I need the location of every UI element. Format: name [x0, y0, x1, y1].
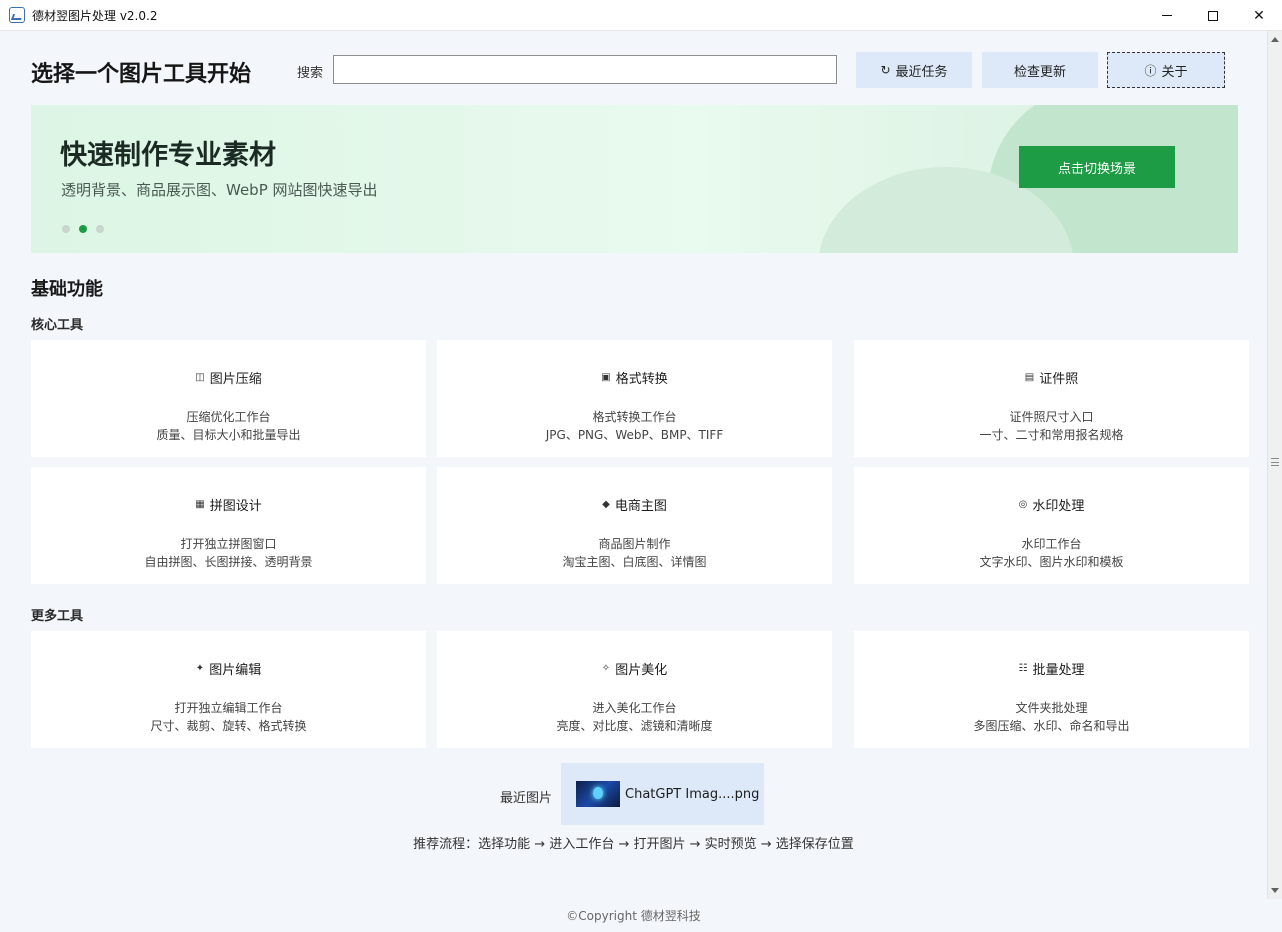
- tool-card-detail: 自由拼图、长图拼接、透明背景: [144, 555, 313, 569]
- tool-card[interactable]: ☷ 批量处理文件夹批处理多图压缩、水印、命名和导出: [854, 631, 1249, 748]
- recommended-flow: 推荐流程：选择功能 → 进入工作台 → 打开图片 → 实时预览 → 选择保存位置: [413, 837, 854, 852]
- tool-card[interactable]: ✦ 图片编辑打开独立编辑工作台尺寸、裁剪、旋转、格式转换: [31, 631, 426, 748]
- watermark-icon: ◎: [1018, 499, 1028, 510]
- tool-card-desc: 打开独立编辑工作台: [174, 701, 283, 715]
- tool-card-title: ✧ 图片美化: [437, 659, 832, 678]
- ecommerce-icon: ◆: [602, 499, 610, 510]
- scroll-down-icon[interactable]: [1271, 888, 1279, 893]
- check-update-button[interactable]: 检查更新: [982, 52, 1098, 88]
- carousel-dot[interactable]: [62, 225, 70, 233]
- tool-card-detail: JPG、PNG、WebP、BMP、TIFF: [545, 428, 724, 442]
- tool-card-title: ▤ 证件照: [854, 368, 1249, 387]
- carousel-dot[interactable]: [79, 225, 87, 233]
- window-title: 德材翌图片处理 v2.0.2: [32, 8, 158, 23]
- tool-card-desc: 商品图片制作: [598, 537, 671, 551]
- recent-tasks-label: 最近任务: [895, 64, 948, 80]
- scroll-grip-icon[interactable]: [1271, 458, 1279, 466]
- recent-image-name: ChatGPT Imag....png: [625, 786, 760, 802]
- tool-card-title: ✦ 图片编辑: [31, 659, 426, 678]
- tool-card-desc: 打开独立拼图窗口: [180, 537, 277, 551]
- banner-subtitle: 透明背景、商品展示图、WebP 网站图快速导出: [61, 181, 378, 199]
- tool-card-detail: 一寸、二寸和常用报名规格: [979, 428, 1124, 442]
- recent-tasks-button[interactable]: ↻ 最近任务: [856, 52, 972, 88]
- tool-card-title-text: 图片压缩: [209, 372, 262, 387]
- about-label: 关于: [1161, 64, 1188, 80]
- tool-card-desc: 进入美化工作台: [592, 701, 677, 715]
- carousel-dot[interactable]: [96, 225, 104, 233]
- tool-card-title: ▦ 拼图设计: [31, 495, 426, 514]
- tool-card-detail: 多图压缩、水印、命名和导出: [973, 719, 1130, 733]
- window-controls: ✕: [1144, 0, 1282, 31]
- tool-card-desc: 格式转换工作台: [592, 410, 677, 424]
- tool-card[interactable]: ▤ 证件照证件照尺寸入口一寸、二寸和常用报名规格: [854, 340, 1249, 457]
- carousel-dots: [62, 225, 104, 233]
- tool-card-title: ◎ 水印处理: [854, 495, 1249, 514]
- collage-icon: ▦: [195, 499, 205, 510]
- tool-card-title-text: 图片美化: [615, 663, 668, 678]
- close-button[interactable]: ✕: [1236, 0, 1282, 31]
- tool-card-title: ◫ 图片压缩: [31, 368, 426, 387]
- page-title: 选择一个图片工具开始: [31, 62, 252, 87]
- minimize-button[interactable]: [1144, 0, 1190, 31]
- tool-card[interactable]: ▣ 格式转换格式转换工作台 JPG、PNG、WebP、BMP、TIFF: [437, 340, 832, 457]
- recent-image-item[interactable]: ChatGPT Imag....png: [561, 763, 764, 825]
- search-input[interactable]: [333, 55, 837, 84]
- tool-card-title-text: 格式转换: [615, 372, 668, 387]
- tool-card-title: ◆ 电商主图: [437, 495, 832, 514]
- tool-card-desc: 压缩优化工作台: [186, 410, 271, 424]
- refresh-icon: ↻: [880, 63, 891, 77]
- beautify-icon: ✧: [601, 663, 611, 674]
- info-icon: ⓘ: [1144, 63, 1157, 78]
- tool-card-title-text: 图片编辑: [209, 663, 262, 678]
- image-thumbnail: [576, 781, 620, 807]
- tool-card-title: ☷ 批量处理: [854, 659, 1249, 678]
- tool-card-title-text: 拼图设计: [209, 499, 262, 514]
- tool-card-desc: 文件夹批处理: [1015, 701, 1088, 715]
- format-icon: ▣: [601, 372, 611, 383]
- about-button[interactable]: ⓘ 关于: [1107, 52, 1225, 88]
- banner-title: 快速制作专业素材: [60, 140, 276, 171]
- tool-card[interactable]: ▦ 拼图设计打开独立拼图窗口自由拼图、长图拼接、透明背景: [31, 467, 426, 584]
- tool-card-title: ▣ 格式转换: [437, 368, 832, 387]
- maximize-button[interactable]: [1190, 0, 1236, 31]
- id-photo-icon: ▤: [1024, 372, 1035, 383]
- tool-card-detail: 文字水印、图片水印和模板: [979, 555, 1124, 569]
- tool-card-detail: 质量、目标大小和批量导出: [156, 428, 301, 442]
- group-title-core: 核心工具: [31, 318, 84, 333]
- edit-icon: ✦: [195, 663, 205, 674]
- tool-card[interactable]: ✧ 图片美化进入美化工作台亮度、对比度、滤镜和清晰度: [437, 631, 832, 748]
- tool-card[interactable]: ◫ 图片压缩压缩优化工作台质量、目标大小和批量导出: [31, 340, 426, 457]
- tool-card-detail: 尺寸、裁剪、旋转、格式转换: [150, 719, 307, 733]
- tool-card-title-text: 证件照: [1039, 372, 1079, 387]
- tool-card-desc: 水印工作台: [1021, 537, 1082, 551]
- tool-card[interactable]: ◎ 水印处理水印工作台文字水印、图片水印和模板: [854, 467, 1249, 584]
- vertical-scrollbar[interactable]: [1267, 31, 1282, 899]
- tool-card-title-text: 批量处理: [1032, 663, 1085, 678]
- check-update-label: 检查更新: [1013, 64, 1066, 80]
- tool-card-detail: 亮度、对比度、滤镜和清晰度: [556, 719, 713, 733]
- recent-images-label: 最近图片: [500, 791, 553, 806]
- title-bar: 德材翌图片处理 v2.0.2 ✕: [0, 0, 1282, 31]
- tool-card[interactable]: ◆ 电商主图商品图片制作淘宝主图、白底图、详情图: [437, 467, 832, 584]
- switch-scene-button[interactable]: 点击切换场景: [1019, 146, 1175, 188]
- scroll-up-icon[interactable]: [1271, 37, 1279, 42]
- promo-banner: 快速制作专业素材 透明背景、商品展示图、WebP 网站图快速导出 点击切换场景: [31, 105, 1238, 253]
- copyright: ©Copyright 德材翌科技: [566, 909, 701, 923]
- maximize-icon: [1208, 10, 1218, 21]
- section-title: 基础功能: [31, 279, 103, 300]
- tool-card-title-text: 水印处理: [1032, 499, 1085, 514]
- search-label: 搜索: [297, 66, 324, 81]
- group-title-more: 更多工具: [31, 609, 84, 624]
- compress-icon: ◫: [195, 372, 205, 383]
- close-icon: ✕: [1253, 7, 1265, 24]
- tool-card-desc: 证件照尺寸入口: [1009, 410, 1094, 424]
- app-logo-icon: [9, 7, 25, 23]
- tool-card-title-text: 电商主图: [614, 499, 667, 514]
- batch-icon: ☷: [1018, 663, 1028, 674]
- tool-card-detail: 淘宝主图、白底图、详情图: [562, 555, 707, 569]
- minimize-icon: [1162, 15, 1172, 16]
